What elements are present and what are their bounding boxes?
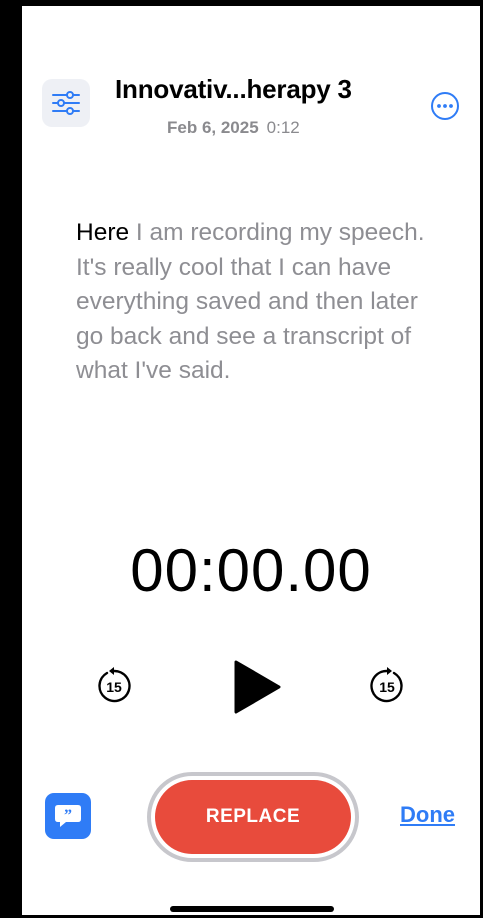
skip-forward-15-icon: 15: [370, 667, 403, 703]
recording-date: Feb 6, 2025: [167, 118, 259, 137]
sliders-icon: [52, 91, 80, 115]
quote-bubble-icon: ”: [55, 805, 81, 827]
ellipsis-circle-icon: [431, 92, 459, 120]
done-button[interactable]: Done: [400, 802, 455, 828]
replace-button-ring: REPLACE: [147, 772, 359, 862]
play-button[interactable]: [231, 660, 281, 714]
replace-button[interactable]: REPLACE: [155, 780, 351, 854]
transcript-remaining-text: I am recording my speech. It's really co…: [76, 219, 425, 384]
skip-forward-button[interactable]: 15: [368, 666, 406, 704]
recording-title[interactable]: Innovativ...herapy 3: [115, 74, 385, 105]
skip-back-15-icon: 15: [98, 667, 131, 703]
recording-duration: 0:12: [266, 118, 300, 137]
transcript-current-word: Here: [76, 219, 130, 246]
transcript-text: Here I am recording my speech. It's real…: [76, 216, 436, 389]
skip-forward-label: 15: [379, 679, 395, 695]
more-options-button[interactable]: [430, 91, 460, 121]
svg-text:”: ”: [64, 807, 72, 824]
home-indicator[interactable]: [170, 906, 334, 912]
recording-detail-screen: Innovativ...herapy 3 Feb 6, 2025 0:12 Her…: [22, 6, 480, 915]
recording-meta: Feb 6, 2025 0:12: [167, 118, 300, 138]
skip-back-label: 15: [106, 679, 122, 695]
skip-back-button[interactable]: 15: [95, 666, 133, 704]
play-icon: [234, 660, 281, 714]
playback-timer: 00:00.00: [130, 537, 372, 604]
edit-settings-button[interactable]: [42, 79, 90, 127]
transcript-toggle-button[interactable]: ”: [45, 793, 91, 839]
